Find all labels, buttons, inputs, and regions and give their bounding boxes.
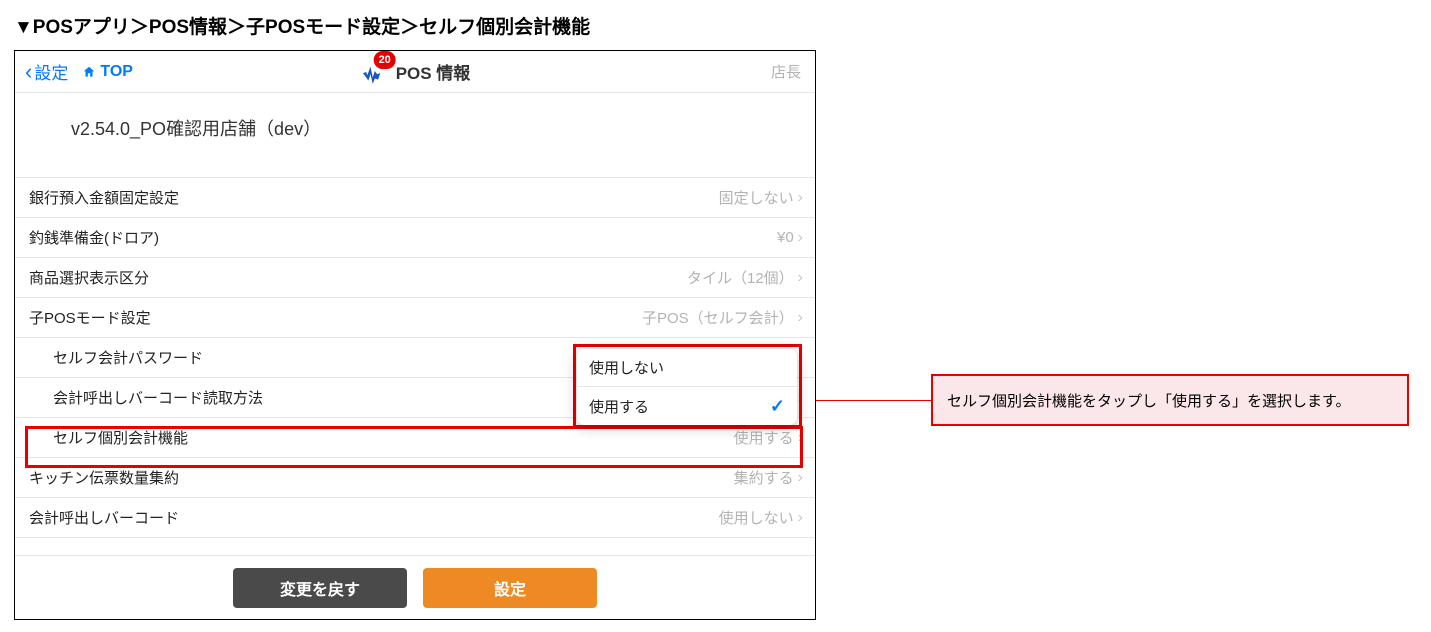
option-disable[interactable]: 使用しない xyxy=(577,349,797,387)
check-icon: ✓ xyxy=(770,396,785,417)
row-value: 使用しない xyxy=(719,507,794,528)
row-checkout-call-barcode[interactable]: 会計呼出しバーコード 使用しない › xyxy=(15,498,815,538)
row-change-fund-drawer[interactable]: 釣銭準備金(ドロア) ¥0 › xyxy=(15,218,815,258)
row-value-wrap: 集約する › xyxy=(734,467,803,488)
row-label: キッチン伝票数量集約 xyxy=(29,467,179,488)
row-product-display-type[interactable]: 商品選択表示区分 タイル（12個） › xyxy=(15,258,815,298)
option-enable[interactable]: 使用する ✓ xyxy=(577,387,797,425)
row-bank-deposit-fixed[interactable]: 銀行預入金額固定設定 固定しない › xyxy=(15,178,815,218)
chevron-left-icon: ‹ xyxy=(25,61,32,83)
row-value-wrap: 子POS（セルフ会計） › xyxy=(642,307,803,328)
back-label: 設定 xyxy=(34,59,68,84)
row-label: 会計呼出しバーコード読取方法 xyxy=(53,387,263,408)
highlight-row xyxy=(25,426,803,468)
row-value: 子POS（セルフ会計） xyxy=(642,307,794,328)
row-value-wrap: ¥0 › xyxy=(777,229,803,247)
option-label: 使用しない xyxy=(589,357,664,378)
row-value: タイル（12個） xyxy=(687,267,794,288)
row-value: 集約する xyxy=(734,467,794,488)
option-popover: 使用しない 使用する ✓ xyxy=(577,349,797,425)
row-value-wrap: タイル（12個） › xyxy=(687,267,803,288)
row-label: 子POSモード設定 xyxy=(29,307,151,328)
chevron-right-icon: › xyxy=(798,189,803,207)
row-value-wrap: 固定しない › xyxy=(719,187,803,208)
row-value-wrap: 使用しない › xyxy=(719,507,803,528)
row-child-pos-mode[interactable]: 子POSモード設定 子POS（セルフ会計） › xyxy=(15,298,815,338)
notification-icon[interactable]: 20 xyxy=(360,59,386,85)
breadcrumb-heading: ▼POSアプリ＞POS情報＞子POSモード設定＞セルフ個別会計機能 xyxy=(0,0,1431,51)
row-value: 固定しない xyxy=(719,187,794,208)
row-label: 会計呼出しバーコード xyxy=(29,507,179,528)
device-frame: ‹ 設定 TOP 20 POS 情報 店長 v2.54.0_PO確認用店舗（de… xyxy=(14,50,816,620)
chevron-right-icon: › xyxy=(798,229,803,247)
nav-center: 20 POS 情報 xyxy=(360,59,471,85)
row-label: セルフ会計パスワード xyxy=(53,347,203,368)
connector-line xyxy=(816,400,931,401)
chevron-right-icon: › xyxy=(798,269,803,287)
row-value: ¥0 xyxy=(777,229,794,246)
home-label: TOP xyxy=(100,63,133,81)
chevron-right-icon: › xyxy=(798,509,803,527)
page-title: POS 情報 xyxy=(396,59,471,84)
nav-left: ‹ 設定 TOP xyxy=(15,59,133,84)
option-label: 使用する xyxy=(589,396,649,417)
apply-button[interactable]: 設定 xyxy=(423,568,597,608)
home-button[interactable]: TOP xyxy=(82,63,133,81)
store-name: v2.54.0_PO確認用店舗（dev） xyxy=(15,93,815,177)
annotation-callout: セルフ個別会計機能をタップし「使用する」を選択します。 xyxy=(931,374,1409,426)
user-label[interactable]: 店長 xyxy=(771,61,801,82)
notification-badge: 20 xyxy=(374,51,396,69)
revert-button[interactable]: 変更を戻す xyxy=(233,568,407,608)
row-label: 銀行預入金額固定設定 xyxy=(29,187,179,208)
footer-bar: 変更を戻す 設定 xyxy=(15,555,815,619)
home-icon xyxy=(82,65,96,79)
nav-bar: ‹ 設定 TOP 20 POS 情報 店長 xyxy=(15,51,815,93)
chevron-right-icon: › xyxy=(798,469,803,487)
back-button[interactable]: ‹ 設定 xyxy=(25,59,68,84)
row-label: 釣銭準備金(ドロア) xyxy=(29,227,159,248)
row-label: 商品選択表示区分 xyxy=(29,267,149,288)
chevron-right-icon: › xyxy=(798,309,803,327)
